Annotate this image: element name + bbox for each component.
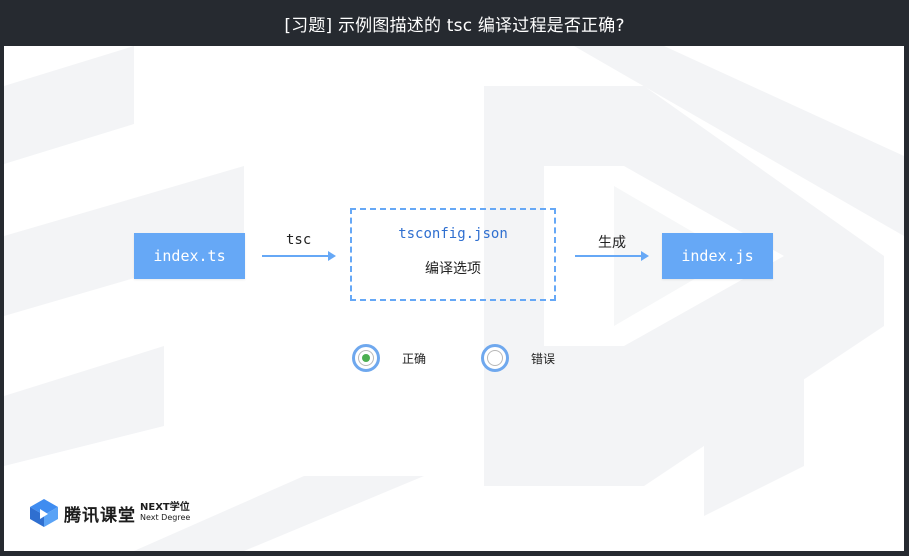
radio-selected-dot-icon: [362, 354, 370, 362]
radio-inner: [358, 350, 374, 366]
slide-stage: index.ts tsc tsconfig.json 编译选项 生成 index…: [4, 46, 904, 551]
compile-arrow-label: tsc: [286, 232, 312, 248]
config-box: tsconfig.json 编译选项: [350, 208, 556, 301]
option-wrong[interactable]: 错误: [481, 344, 555, 372]
option-wrong-label: 错误: [531, 351, 556, 366]
tencent-classroom-logo-icon: [30, 499, 58, 527]
brand-degree-label: Next Degree: [140, 513, 191, 522]
output-file-box: index.js: [662, 233, 773, 279]
brand-next-label: NEXT学位: [140, 502, 190, 513]
app-frame: [习题] 示例图描述的 tsc 编译过程是否正确? index.ts tsc t…: [0, 0, 909, 556]
brand-logo: 腾讯课堂 NEXT学位 Next Degree: [28, 499, 190, 527]
radio-button-selected[interactable]: [352, 344, 380, 372]
radio-inner: [487, 350, 503, 366]
brand-subtitle: NEXT学位 Next Degree: [140, 503, 190, 523]
source-file-label: index.ts: [153, 247, 226, 265]
radio-button-unselected[interactable]: [481, 344, 509, 372]
config-sub-label: 编译选项: [425, 260, 481, 277]
question-title: [习题] 示例图描述的 tsc 编译过程是否正确?: [0, 0, 909, 46]
right-arrow-icon: [575, 251, 649, 261]
generate-arrow-label: 生成: [598, 235, 626, 251]
option-correct-label: 正确: [402, 351, 427, 366]
option-correct[interactable]: 正确: [352, 344, 426, 372]
config-file-label: tsconfig.json: [398, 225, 508, 242]
source-file-box: index.ts: [134, 233, 245, 279]
output-file-label: index.js: [681, 247, 754, 265]
brand-name: 腾讯课堂: [64, 505, 136, 526]
right-arrow-icon: [262, 251, 336, 261]
